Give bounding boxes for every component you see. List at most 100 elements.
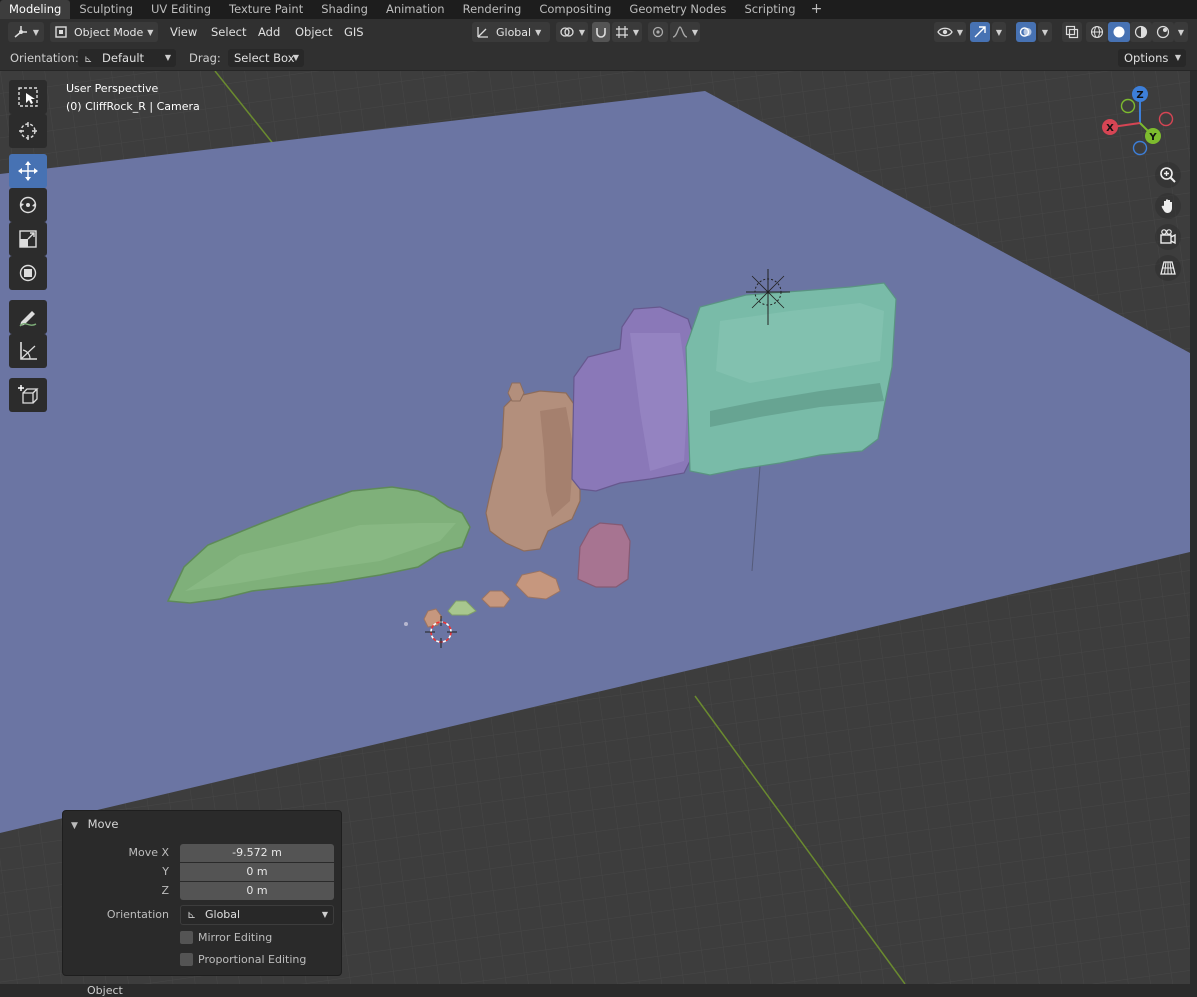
wireframe-sphere-icon xyxy=(1090,25,1104,39)
xray-icon xyxy=(1065,25,1079,39)
magnet-icon xyxy=(596,28,606,38)
op-orientation-label: Orientation xyxy=(106,908,169,921)
move-y-label: Y xyxy=(162,865,169,878)
move-arrows-icon xyxy=(18,161,38,181)
drag-dropdown[interactable]: Select Box ▼ xyxy=(228,49,304,67)
chevron-down-icon: ▼ xyxy=(1041,27,1049,37)
move-x-field[interactable]: -9.572 m xyxy=(180,844,334,862)
move-y-field[interactable]: 0 m xyxy=(180,863,334,881)
move-z-label: Z xyxy=(161,884,169,897)
chevron-down-icon: ▼ xyxy=(292,53,299,62)
shading-solid-button[interactable] xyxy=(1108,22,1130,42)
scale-tool[interactable] xyxy=(9,222,47,256)
chevron-down-icon: ▼ xyxy=(1177,27,1185,37)
op-orientation-value: Global xyxy=(205,908,241,921)
tab-scripting[interactable]: Scripting xyxy=(735,0,804,19)
pivot-icon xyxy=(560,27,574,37)
op-orientation-dropdown[interactable]: ⊾ Global ▼ xyxy=(180,905,334,925)
gizmo-toggle[interactable] xyxy=(970,22,990,42)
chevron-down-icon: ▼ xyxy=(321,910,328,919)
visibility-button[interactable]: ▼ xyxy=(934,22,966,42)
menu-view[interactable]: View xyxy=(170,22,197,42)
operator-panel-move: ▼ Move Move X -9.572 m Y 0 m Z 0 m Orien… xyxy=(62,810,342,976)
mirror-editing-label: Mirror Editing xyxy=(198,930,273,944)
status-bar: Object xyxy=(0,984,1197,997)
tab-geometry-nodes[interactable]: Geometry Nodes xyxy=(620,0,735,19)
chevron-down-icon: ▼ xyxy=(164,53,171,62)
shading-wireframe-button[interactable] xyxy=(1086,22,1108,42)
solid-sphere-icon xyxy=(1113,26,1125,38)
tab-uv-editing[interactable]: UV Editing xyxy=(142,0,220,19)
status-object-label: Object xyxy=(87,984,123,997)
options-dropdown[interactable]: Options ▼ xyxy=(1118,49,1186,67)
menu-gis[interactable]: GIS xyxy=(344,22,364,42)
mode-dropdown[interactable]: Object Mode ▼ xyxy=(50,22,158,42)
tab-modeling[interactable]: Modeling xyxy=(0,0,71,19)
tab-sculpting[interactable]: Sculpting xyxy=(70,0,142,19)
hand-icon xyxy=(1161,199,1172,213)
ruler-icon xyxy=(20,342,37,360)
sidebar-edge[interactable] xyxy=(1190,71,1197,984)
rotate-tool[interactable] xyxy=(9,188,47,222)
3d-viewport[interactable]: Z X Y User Perspective (0) CliffRock_R |… xyxy=(0,71,1190,984)
transform-orientation-dropdown[interactable]: Global ▼ xyxy=(472,22,550,42)
small-rock-5 xyxy=(404,622,408,626)
pencil-icon xyxy=(19,311,37,327)
mirror-editing-checkbox[interactable]: Mirror Editing xyxy=(180,929,272,945)
pivot-point-button[interactable]: ▼ xyxy=(556,22,588,42)
menu-object[interactable]: Object xyxy=(295,22,332,42)
options-label: Options xyxy=(1124,51,1169,65)
shading-rendered-button[interactable] xyxy=(1152,22,1174,42)
orientation-dropdown[interactable]: ⊾ Default ▼ xyxy=(78,49,176,67)
chevron-down-icon: ▼ xyxy=(535,27,542,37)
select-box-tool[interactable] xyxy=(9,80,47,114)
cursor-tool[interactable] xyxy=(9,114,47,148)
transform-tool[interactable] xyxy=(9,256,47,290)
orientation-label: Global xyxy=(496,25,532,39)
tab-rendering[interactable]: Rendering xyxy=(454,0,531,19)
viewport-info: User Perspective (0) CliffRock_R | Camer… xyxy=(66,80,200,116)
tab-animation[interactable]: Animation xyxy=(377,0,454,19)
operator-title: Move xyxy=(87,817,119,831)
proportional-icon xyxy=(652,26,664,38)
chevron-down-icon: ▼ xyxy=(691,27,699,37)
shading-options-button[interactable]: ▼ xyxy=(1174,22,1188,42)
proportional-editing-checkbox[interactable]: Proportional Editing xyxy=(180,951,306,967)
pan-button[interactable] xyxy=(1155,193,1181,219)
falloff-button[interactable]: ▼ xyxy=(670,22,700,42)
overlays-icon xyxy=(1019,27,1032,37)
operator-panel-header[interactable]: ▼ Move xyxy=(71,815,118,833)
proportional-editing-toggle[interactable] xyxy=(648,22,668,42)
tab-shading[interactable]: Shading xyxy=(312,0,377,19)
workspace-tabs: Modeling Sculpting UV Editing Texture Pa… xyxy=(0,0,1197,19)
scale-icon xyxy=(19,230,37,248)
tab-texture-paint[interactable]: Texture Paint xyxy=(220,0,312,19)
tab-compositing[interactable]: Compositing xyxy=(530,0,620,19)
move-tool[interactable] xyxy=(9,154,47,188)
gizmo-options-button[interactable]: ▼ xyxy=(992,22,1006,42)
snap-target-button[interactable]: ▼ xyxy=(612,22,642,42)
transform-icon xyxy=(19,264,37,282)
overlays-options-button[interactable]: ▼ xyxy=(1038,22,1052,42)
annotate-tool[interactable] xyxy=(9,300,47,334)
menu-select[interactable]: Select xyxy=(211,22,246,42)
snap-toggle[interactable] xyxy=(592,22,610,42)
perspective-label: User Perspective xyxy=(66,82,159,95)
orientation-value: Default xyxy=(102,51,145,65)
gizmo-z-label: Z xyxy=(1136,90,1143,101)
zoom-button[interactable] xyxy=(1155,162,1181,188)
measure-tool[interactable] xyxy=(9,334,47,368)
shading-material-button[interactable] xyxy=(1130,22,1152,42)
editor-type-button[interactable]: ▼ xyxy=(8,22,44,42)
checkbox-box xyxy=(180,930,193,944)
camera-view-button[interactable] xyxy=(1155,224,1181,250)
add-cube-tool[interactable] xyxy=(9,378,47,412)
menu-add[interactable]: Add xyxy=(258,22,280,42)
zoom-icon xyxy=(1160,167,1176,183)
move-z-field[interactable]: 0 m xyxy=(180,882,334,900)
gizmo-icon xyxy=(974,26,986,38)
add-workspace-button[interactable]: + xyxy=(805,0,829,19)
overlays-toggle[interactable] xyxy=(1016,22,1036,42)
projection-toggle-button[interactable] xyxy=(1155,255,1181,281)
xray-toggle[interactable] xyxy=(1062,22,1082,42)
